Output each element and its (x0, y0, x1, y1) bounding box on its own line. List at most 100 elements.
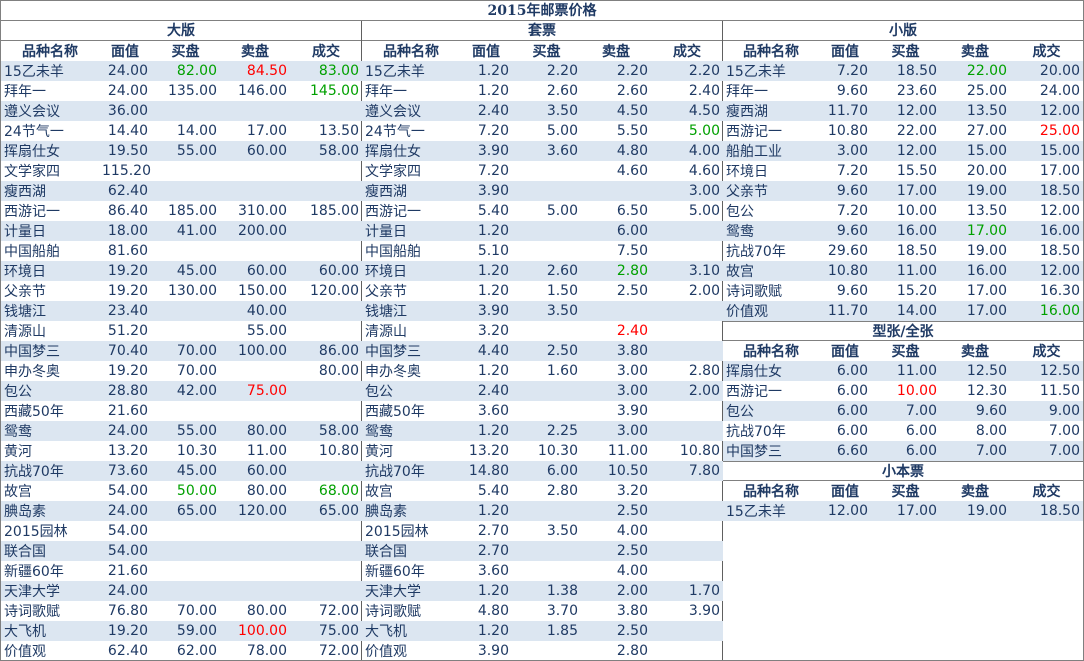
face-value-cell: 3.20 (477, 323, 509, 339)
deal-price-cell: 58.00 (290, 141, 362, 161)
ask-price-cell: 10.50 (581, 461, 651, 481)
bid-price-cell (512, 381, 581, 401)
stamp-name-cell: 西游记一 (365, 204, 421, 220)
table-row: 清源山 51.20 55.00 (1, 321, 362, 341)
stamp-name-cell: 抗战70年 (726, 244, 786, 260)
bid-price-cell: 59.00 (151, 621, 220, 641)
deal-price-cell (290, 101, 362, 121)
table-row: 钱塘江 23.40 40.00 (1, 301, 362, 321)
face-value-cell: 81.60 (107, 243, 148, 259)
stamp-name-cell: 鸳鸯 (1, 421, 99, 441)
bid-price-cell: 1.60 (546, 363, 578, 379)
col-name-header: 品种名称 (743, 484, 799, 500)
face-value-cell: 115.20 (102, 163, 151, 179)
table-row: 挥扇仕女 3.90 3.60 4.80 4.00 (362, 141, 723, 161)
ask-price-cell: 20.00 (966, 163, 1007, 179)
ask-price-cell (220, 181, 290, 201)
ask-price-cell (220, 401, 290, 421)
bid-price-cell: 6.00 (905, 423, 937, 439)
stamp-name-cell: 新疆60年 (4, 564, 64, 580)
deal-price-cell: 4.60 (688, 163, 720, 179)
deal-price-cell: 18.50 (1010, 181, 1083, 201)
deal-price-cell: 185.00 (310, 203, 359, 219)
deal-price-cell (290, 221, 362, 241)
stamp-name-cell: 诗词歌赋 (4, 604, 60, 620)
deal-price-cell: 10.80 (318, 443, 359, 459)
table-row: 父亲节 19.20 130.00 150.00 120.00 (1, 281, 362, 301)
ask-price-cell: 4.80 (581, 141, 651, 161)
ask-price-cell: 5.50 (616, 123, 648, 139)
face-value-cell: 2.70 (477, 523, 509, 539)
face-value-cell: 9.60 (836, 283, 868, 299)
col-ask-header: 卖盘 (961, 484, 989, 500)
table-row: 西游记一 6.00 10.00 12.30 11.50 (723, 381, 1083, 401)
col-bid-header: 买盘 (532, 44, 561, 60)
face-value-cell: 70.40 (99, 341, 151, 361)
header-row: 品种名称 面值 买盘 卖盘 成交 (723, 41, 1083, 61)
deal-price-cell: 18.50 (1039, 243, 1080, 259)
col-bid-header: 买盘 (891, 44, 920, 60)
stamp-name-cell: 联合国 (362, 541, 460, 561)
deal-price-cell (290, 381, 362, 401)
stamp-name-cell: 新疆60年 (365, 564, 425, 580)
ask-price-cell: 200.00 (220, 221, 290, 241)
bid-price-cell: 14.00 (871, 301, 940, 321)
stamp-name-cell: 拜年一 (4, 84, 46, 100)
bid-price-cell (151, 241, 220, 261)
face-value-cell: 18.00 (99, 221, 151, 241)
face-value-cell: 3.90 (460, 181, 512, 201)
bid-price-cell: 3.60 (512, 141, 581, 161)
table-row: 环境日 19.20 45.00 60.00 60.00 (1, 261, 362, 281)
stamp-name-cell: 挥扇仕女 (723, 361, 819, 381)
face-value-cell: 19.50 (99, 141, 151, 161)
face-value-cell: 19.20 (107, 363, 148, 379)
table-row: 天津大学 24.00 (1, 581, 362, 601)
face-value-cell: 19.20 (99, 621, 151, 641)
face-value-cell: 14.80 (460, 461, 512, 481)
bid-price-cell: 2.60 (512, 261, 581, 281)
face-value-cell: 3.60 (477, 563, 509, 579)
deal-price-cell (290, 541, 362, 561)
bid-price-cell: 16.00 (871, 221, 940, 241)
bid-price-cell: 18.50 (871, 61, 940, 81)
table-booklet: 品种名称 面值 买盘 卖盘 成交 15乙未羊 12.00 17.00 19.00 18.50 (723, 481, 1083, 521)
bid-price-cell: 2.80 (546, 483, 578, 499)
stamp-name-cell: 包公 (362, 381, 460, 401)
face-value-cell: 36.00 (99, 101, 151, 121)
stamp-name-cell: 天津大学 (1, 581, 99, 601)
deal-price-cell: 1.70 (651, 581, 723, 601)
bid-price-cell: 10.00 (896, 203, 937, 219)
bid-price-cell: 70.00 (151, 341, 220, 361)
ask-price-cell (220, 561, 290, 581)
deal-price-cell: 83.00 (290, 61, 362, 81)
deal-price-cell: 16.30 (1039, 283, 1080, 299)
table-row: 诗词歌赋 4.80 3.70 3.80 3.90 (362, 601, 723, 621)
ask-price-cell: 7.00 (940, 441, 1010, 461)
ask-price-cell: 3.80 (616, 603, 648, 619)
ask-price-cell: 60.00 (220, 461, 290, 481)
deal-price-cell: 2.20 (651, 61, 723, 81)
ask-price-cell: 4.50 (581, 101, 651, 121)
col-deal-header: 成交 (1032, 344, 1061, 360)
col-deal-header: 成交 (312, 44, 340, 60)
stamp-name-cell: 黄河 (4, 444, 32, 460)
ask-price-cell: 4.00 (616, 563, 648, 579)
table-row: 抗战70年 14.80 6.00 10.50 7.80 (362, 461, 723, 481)
bid-price-cell (512, 321, 581, 341)
ask-price-cell: 2.80 (581, 261, 651, 281)
bid-price-cell (512, 541, 581, 561)
table-row: 西藏50年 21.60 (1, 401, 362, 421)
face-value-cell: 10.80 (819, 261, 871, 281)
face-value-cell: 6.60 (819, 441, 871, 461)
stamp-name-cell: 15乙未羊 (1, 61, 99, 81)
ask-price-cell: 17.00 (246, 123, 287, 139)
ask-price-cell: 2.60 (616, 83, 648, 99)
bid-price-cell (151, 541, 220, 561)
table-row: 24节气一 14.40 14.00 17.00 13.50 (1, 121, 362, 141)
face-value-cell: 3.90 (460, 301, 512, 321)
face-value-cell: 7.20 (836, 203, 868, 219)
col-ask-header: 卖盘 (961, 344, 989, 360)
stamp-name-cell: 瘦西湖 (362, 181, 460, 201)
face-value-cell: 7.20 (836, 163, 868, 179)
deal-price-cell: 68.00 (318, 483, 359, 499)
